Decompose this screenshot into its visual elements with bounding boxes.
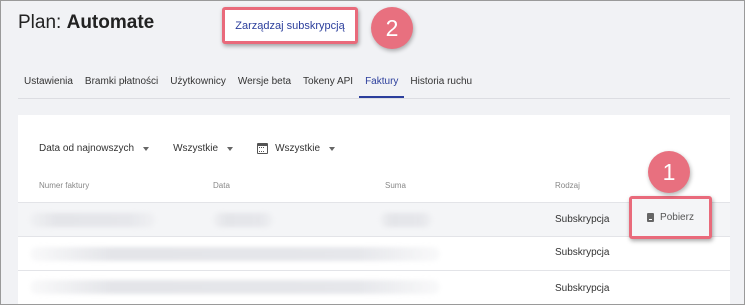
calendar-icon — [257, 143, 269, 154]
download-label: Pobierz — [660, 212, 694, 223]
type-dropdown[interactable]: Wszystkie — [169, 139, 237, 158]
file-download-icon — [647, 213, 655, 222]
tab-ustawienia[interactable]: Ustawienia — [18, 76, 79, 98]
redacted-date — [213, 213, 273, 227]
billing-page: Plan: Automate Zarządzaj subskrypcją 2 U… — [0, 0, 745, 305]
column-header-total[interactable]: Suma — [385, 181, 406, 190]
redacted-row-content — [30, 280, 440, 294]
table-row[interactable]: Subskrypcja — [18, 237, 730, 270]
caret-down-icon — [329, 146, 336, 151]
row-type: Subskrypcja — [555, 283, 610, 294]
manage-subscription-highlight: Zarządzaj subskrypcją — [222, 7, 358, 44]
callout-badge-1: 1 — [648, 151, 690, 193]
download-invoice-button[interactable]: Pobierz — [647, 212, 694, 223]
caret-down-icon — [227, 146, 234, 151]
table-row[interactable]: Subskrypcja — [18, 271, 730, 304]
sort-dropdown[interactable]: Data od najnowszych — [35, 139, 153, 158]
tab-faktury[interactable]: Faktury — [359, 76, 405, 98]
date-dropdown[interactable]: Wszystkie — [253, 139, 339, 158]
column-header-type[interactable]: Rodzaj — [555, 181, 580, 190]
caret-down-icon — [143, 146, 150, 151]
tab-bar: Ustawienia Bramki płatności Użytkownicy … — [18, 76, 478, 98]
callout-badge-2: 2 — [371, 7, 413, 49]
download-highlight: Pobierz — [629, 196, 712, 239]
tab-uzytkownicy[interactable]: Użytkownicy — [164, 76, 232, 98]
invoices-card: Data od najnowszych Wszystkie Wszystkie … — [18, 115, 730, 304]
row-type: Subskrypcja — [555, 247, 610, 258]
column-header-invoice-number[interactable]: Numer faktury — [39, 181, 89, 190]
tab-wersje-beta[interactable]: Wersje beta — [232, 76, 297, 98]
redacted-row-content — [30, 247, 440, 261]
sort-dropdown-label: Data od najnowszych — [39, 143, 135, 154]
row-type: Subskrypcja — [555, 214, 610, 225]
tabs-divider — [18, 98, 730, 99]
manage-subscription-button[interactable]: Zarządzaj subskrypcją — [235, 20, 344, 32]
redacted-invoice-number — [30, 213, 155, 227]
plan-prefix: Plan: — [18, 12, 62, 33]
table-row[interactable]: Subskrypcja — [18, 203, 730, 236]
tab-bramki-platnosci[interactable]: Bramki płatności — [79, 76, 164, 98]
type-dropdown-label: Wszystkie — [173, 143, 219, 154]
page-title: Plan: Automate — [18, 12, 154, 34]
filter-bar: Data od najnowszych Wszystkie Wszystkie — [35, 139, 355, 158]
column-header-date[interactable]: Data — [213, 181, 230, 190]
tab-tokeny-api[interactable]: Tokeny API — [297, 76, 359, 98]
tab-historia-ruchu[interactable]: Historia ruchu — [404, 76, 478, 98]
date-dropdown-label: Wszystkie — [275, 143, 321, 154]
redacted-total — [380, 213, 432, 227]
plan-name: Automate — [66, 12, 155, 33]
